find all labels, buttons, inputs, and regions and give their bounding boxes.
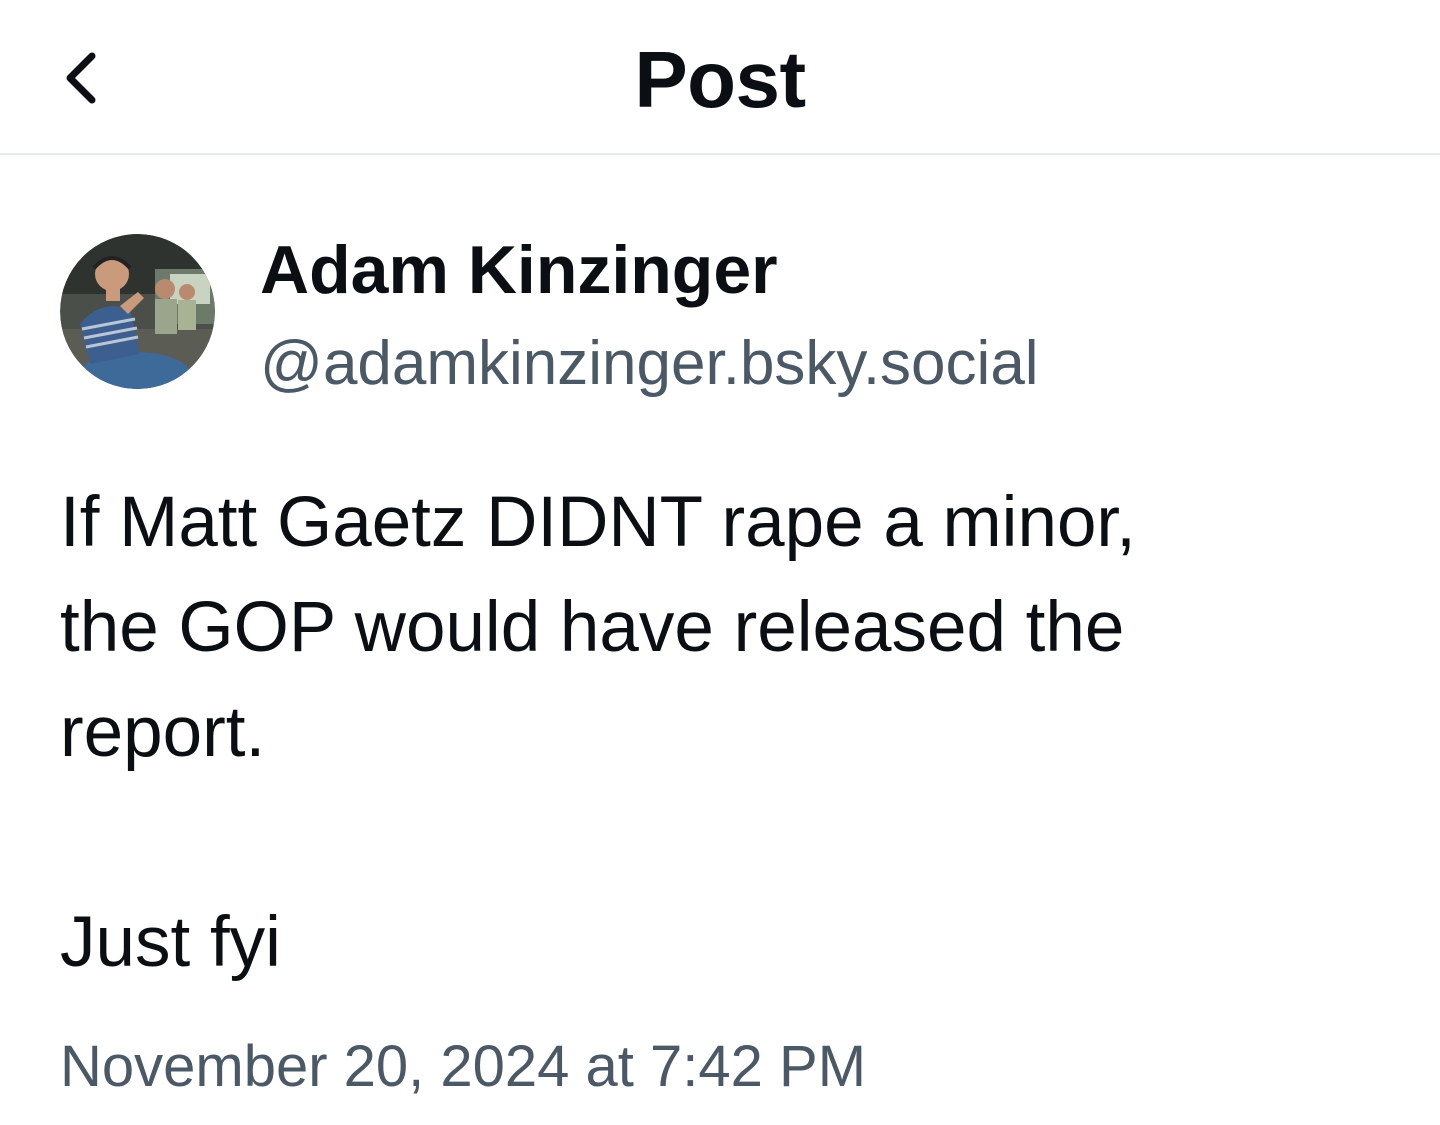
page-title: Post [634, 35, 806, 124]
avatar[interactable] [60, 234, 215, 389]
avatar-photo [60, 234, 215, 389]
top-bar: Post [0, 0, 1440, 155]
post-body: If Matt Gaetz DIDNT rape a minor, the GO… [60, 483, 1136, 982]
post-author: Adam Kinzinger @adamkinzinger.bsky.socia… [60, 234, 1360, 398]
author-handle[interactable]: @adamkinzinger.bsky.social [260, 329, 1039, 399]
post-timestamp: November 20, 2024 at 7:42 PM [60, 1034, 867, 1099]
author-name[interactable]: Adam Kinzinger [260, 234, 778, 306]
